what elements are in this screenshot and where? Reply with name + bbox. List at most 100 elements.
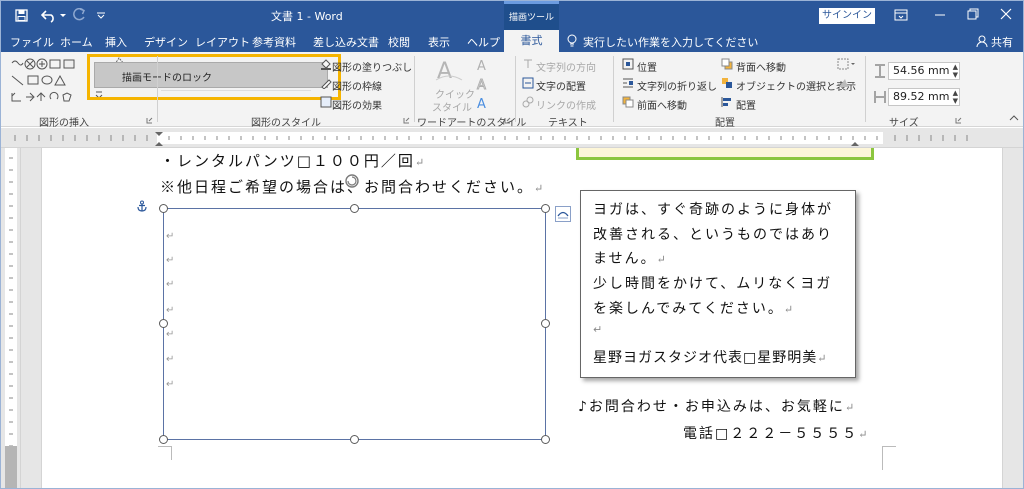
paragraph-mark: ↵	[166, 279, 175, 290]
text-box-line-2: 改善される、というものではあり	[593, 227, 833, 243]
position-button[interactable]: 位置	[637, 59, 657, 74]
layout-options-icon[interactable]	[555, 206, 571, 222]
tab-file[interactable]: ファイル	[10, 34, 54, 50]
tab-format[interactable]: 書式	[504, 30, 559, 52]
tab-view[interactable]: 表示	[428, 34, 450, 50]
margin-corner	[158, 446, 172, 460]
contact-line-1: ♪お問合わせ・お申込みは、お気軽に↵	[578, 399, 857, 415]
rotate-handle-icon[interactable]	[344, 173, 360, 189]
horizontal-ruler[interactable]	[1, 128, 1023, 148]
link-icon[interactable]	[522, 96, 534, 108]
undo-dropdown-icon[interactable]	[59, 10, 67, 20]
effects-icon[interactable]	[320, 96, 332, 108]
svg-text:A: A	[477, 78, 486, 91]
tab-design[interactable]: デザイン	[144, 34, 188, 50]
customize-qat-icon[interactable]	[96, 10, 106, 20]
redo-icon[interactable]	[72, 7, 86, 23]
dialog-launcher-icon[interactable]	[403, 116, 410, 124]
align-text-icon[interactable]	[522, 77, 534, 89]
dialog-launcher-icon[interactable]	[504, 116, 511, 124]
bring-forward-icon[interactable]	[622, 96, 634, 108]
text-direction-button[interactable]: 文字列の方向	[536, 59, 596, 74]
resize-handle[interactable]	[541, 435, 550, 444]
paint-bucket-icon[interactable]	[320, 58, 332, 70]
resize-handle[interactable]	[541, 319, 550, 328]
text-box-line-3: ません。↵	[593, 251, 668, 267]
ribbon-display-options-icon[interactable]	[894, 9, 908, 21]
create-link-button[interactable]: リンクの作成	[536, 97, 596, 112]
tab-references[interactable]: 参考資料	[252, 34, 296, 50]
height-input[interactable]: 54.56 mm ▲ ▼	[888, 62, 960, 80]
tab-insert[interactable]: 挿入	[105, 34, 127, 50]
shape-styles-gallery[interactable]	[161, 90, 311, 104]
effects-button[interactable]: 図形の効果	[332, 97, 382, 112]
position-icon[interactable]	[622, 58, 634, 70]
tab-review[interactable]: 校閲	[388, 34, 410, 50]
resize-handle[interactable]	[159, 319, 168, 328]
group-objects-icon[interactable]	[837, 58, 857, 70]
align-text-button[interactable]: 文字の配置	[536, 78, 586, 93]
anchor-icon[interactable]	[136, 200, 148, 212]
resize-handle[interactable]	[541, 204, 550, 213]
vertical-ruler[interactable]	[1, 148, 21, 488]
align-button[interactable]: 配置	[736, 97, 756, 112]
text-effects-icon[interactable]: A	[476, 96, 496, 112]
send-backward-icon[interactable]	[721, 58, 733, 70]
fill-button[interactable]: 図形の塗りつぶし	[332, 59, 412, 74]
tab-mailings[interactable]: 差し込み文書	[313, 34, 379, 50]
paragraph-mark: ↵	[166, 329, 175, 340]
send-backward-button[interactable]: 背面へ移動	[736, 59, 786, 74]
width-icon	[874, 90, 886, 104]
quick-styles-label-2[interactable]: スタイル	[432, 99, 472, 114]
document-page[interactable]: ・レンタルパンツ□１００円／回↵ ※他日程ご希望の場合は、お問合わせください。↵…	[41, 148, 1003, 488]
restore-icon[interactable]	[967, 8, 979, 20]
resize-handle[interactable]	[159, 435, 168, 444]
wrap-text-icon[interactable]	[622, 77, 634, 89]
tab-layout[interactable]: レイアウト	[195, 34, 250, 50]
paragraph-mark: ↵	[166, 255, 175, 266]
align-icon[interactable]	[721, 96, 733, 108]
paragraph-mark: ↵	[166, 231, 175, 242]
text-box[interactable]: ヨガは、すぐ奇跡のように身体が 改善される、というものではあり ません。↵ 少し…	[580, 190, 856, 378]
text-box-empty-line: ↵	[593, 323, 603, 336]
flyer-image[interactable]	[576, 148, 874, 160]
dialog-launcher-icon[interactable]	[146, 116, 153, 124]
signin-button[interactable]: サインイン	[819, 8, 875, 24]
minimize-icon[interactable]	[934, 9, 946, 21]
selection-pane-icon[interactable]	[721, 77, 733, 89]
rotate-icon[interactable]	[837, 77, 857, 89]
window-title: 文書 1 - Word	[271, 10, 343, 23]
resize-handle[interactable]	[159, 204, 168, 213]
tell-me-input[interactable]: 実行したい作業を入力してください	[583, 34, 758, 50]
selected-shape[interactable]: ↵ ↵ ↵ ↵ ↵ ↵ ↵	[163, 208, 546, 440]
svg-text:A: A	[477, 97, 486, 110]
resize-handle[interactable]	[350, 435, 359, 444]
wrap-text-button[interactable]: 文字列の折り返し	[637, 78, 717, 93]
group-label-text: テキスト	[548, 118, 588, 129]
lightbulb-icon	[567, 34, 577, 48]
paragraph-mark: ↵	[166, 305, 175, 316]
text-box-line-1: ヨガは、すぐ奇跡のように身体が	[593, 202, 833, 218]
text-outline-icon[interactable]: A	[476, 77, 496, 94]
bring-forward-button[interactable]: 前面へ移動	[637, 97, 687, 112]
text-box-line-4: 少し時間をかけて、ムリなくヨガ	[593, 276, 833, 292]
quick-styles-icon[interactable]: A	[434, 58, 464, 84]
shapes-gallery[interactable]	[9, 57, 91, 105]
resize-handle[interactable]	[350, 204, 359, 213]
dialog-launcher-icon[interactable]	[955, 116, 962, 124]
close-icon[interactable]	[1000, 8, 1012, 20]
tab-home[interactable]: ホーム	[60, 34, 93, 50]
width-input[interactable]: 89.52 mm ▲ ▼	[888, 88, 960, 106]
share-button[interactable]: 共有	[991, 34, 1013, 50]
undo-icon[interactable]	[40, 8, 57, 23]
text-box-line-5: を楽しんでみてください。↵	[593, 301, 796, 317]
text-direction-icon[interactable]	[522, 58, 534, 70]
text-fill-icon[interactable]: A	[476, 58, 496, 74]
collapse-ribbon-icon[interactable]	[1009, 114, 1019, 122]
outline-button[interactable]: 図形の枠線	[332, 78, 382, 93]
pen-icon[interactable]	[320, 77, 332, 90]
save-icon[interactable]	[15, 9, 28, 22]
document-canvas[interactable]: ・レンタルパンツ□１００円／回↵ ※他日程ご希望の場合は、お問合わせください。↵…	[21, 148, 1023, 488]
group-label-size: サイズ	[889, 118, 919, 129]
tab-help[interactable]: ヘルプ	[467, 34, 500, 50]
